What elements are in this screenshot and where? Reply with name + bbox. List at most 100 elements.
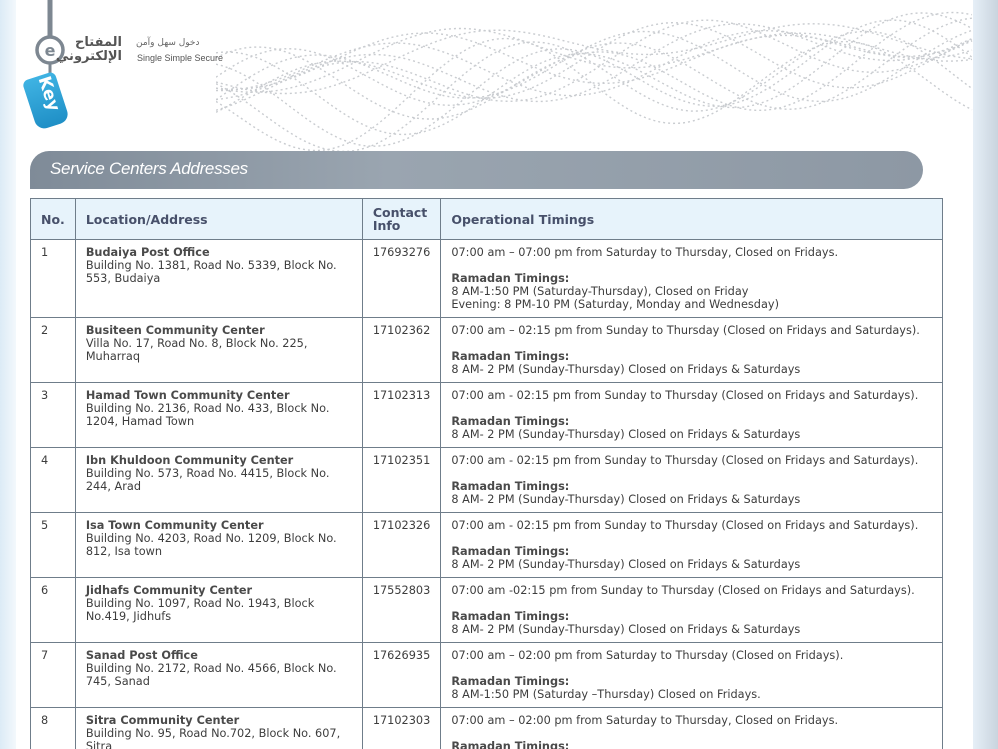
cell-no: 3	[30, 382, 76, 448]
cell-contact: 17102303	[361, 707, 442, 749]
ramadan-label: Ramadan Timings:	[451, 415, 570, 428]
logo-arabic-name: المفتاح الإلكتروني	[55, 35, 122, 64]
center-address: Building No. 1097, Road No. 1943, Block …	[85, 597, 315, 623]
wave-line	[216, 29, 973, 103]
cell-contact: 17693276	[361, 239, 442, 318]
key-tag-icon: Key	[21, 71, 71, 131]
regular-timing: 07:00 am - 02:15 pm from Sunday to Thurs…	[451, 454, 919, 467]
logo-arabic-line2: الإلكتروني	[55, 49, 122, 64]
logo-english-tagline: Single Simple Secure	[137, 53, 224, 63]
cell-location: Hamad Town Community Center Building No. …	[74, 382, 363, 448]
cell-timings: 07:00 am - 02:15 pm from Sunday to Thurs…	[440, 382, 943, 448]
center-name: Budaiya Post Office	[85, 246, 210, 259]
center-address: Building No. 4203, Road No. 1209, Block …	[85, 532, 337, 558]
ramadan-evening-line: Evening: 8 PM-10 PM (Saturday, Monday an…	[451, 298, 779, 311]
ekey-logo: e Key المفتاح الإلكتروني دخول سهل وآمن S…	[16, 0, 236, 131]
wave-line	[216, 21, 973, 113]
cell-contact: 17102351	[361, 447, 442, 513]
cell-timings: 07:00 am – 02:00 pm from Saturday to Thu…	[440, 707, 943, 749]
wave-line	[216, 30, 973, 153]
cell-no: 1	[30, 239, 76, 318]
decorative-wave-pattern	[216, 11, 973, 153]
table-row: 1 Budaiya Post Office Building No. 1381, R…	[30, 239, 943, 318]
ekey-e-letter: e	[45, 41, 56, 60]
regular-timing: 07:00 am - 02:15 pm from Sunday to Thurs…	[451, 519, 919, 532]
ramadan-label: Ramadan Timings:	[451, 545, 570, 558]
center-name: Ibn Khuldoon Community Center	[85, 454, 294, 467]
cell-location: Sitra Community Center Building No. 95, R…	[74, 707, 363, 749]
logo-arabic-tagline: دخول سهل وآمن	[136, 38, 200, 48]
wave-line	[216, 11, 973, 120]
wave-line	[216, 23, 973, 103]
service-centers-table: No. Location/Address Contact Info Operat…	[30, 198, 943, 749]
regular-timing: 07:00 am – 02:15 pm from Sunday to Thurs…	[451, 324, 920, 337]
table-row: 8 Sitra Community Center Building No. 95, …	[30, 707, 943, 749]
center-address: Villa No. 17, Road No. 8, Block No. 225,…	[85, 337, 308, 363]
ramadan-timing: 8 AM- 2 PM (Sunday-Thursday) Closed on F…	[451, 558, 801, 571]
cell-location: Ibn Khuldoon Community Center Building No…	[74, 447, 363, 513]
ramadan-label: Ramadan Timings:	[451, 610, 570, 623]
cell-no: 5	[30, 512, 76, 578]
center-address: Building No. 95, Road No.702, Block No. …	[85, 727, 341, 749]
cell-timings: 07:00 am – 02:00 pm from Saturday to Thu…	[440, 642, 943, 708]
table-row: 4 Ibn Khuldoon Community Center Building N…	[30, 447, 943, 513]
center-name: Busiteen Community Center	[85, 324, 265, 337]
cell-contact: 17102362	[361, 317, 442, 383]
regular-timing: 07:00 am - 02:15 pm from Sunday to Thurs…	[451, 389, 919, 402]
cell-timings: 07:00 am – 02:15 pm from Sunday to Thurs…	[440, 317, 943, 383]
ramadan-label: Ramadan Timings:	[451, 350, 570, 363]
ramadan-timing: 8 AM- 2 PM (Sunday-Thursday) Closed on F…	[451, 493, 801, 506]
center-name: Isa Town Community Center	[85, 519, 264, 532]
ramadan-timing: 8 AM-1:50 PM (Saturday-Thursday), Closed…	[451, 285, 749, 298]
ramadan-label: Ramadan Timings:	[451, 480, 570, 493]
ramadan-label: Ramadan Timings:	[451, 675, 570, 688]
logo-arabic-line1: المفتاح	[75, 35, 122, 50]
header-no: No.	[30, 198, 76, 240]
center-address: Building No. 2136, Road No. 433, Block N…	[85, 402, 330, 428]
cell-location: Busiteen Community Center Villa No. 17, R…	[74, 317, 363, 383]
cell-timings: 07:00 am - 02:15 pm from Sunday to Thurs…	[440, 512, 943, 578]
section-banner: Service Centers Addresses	[30, 151, 923, 189]
section-title: Service Centers Addresses	[50, 159, 248, 178]
center-name: Hamad Town Community Center	[85, 389, 290, 402]
center-address: Building No. 1381, Road No. 5339, Block …	[85, 259, 337, 285]
table-row: 5 Isa Town Community Center Building No. 4…	[30, 512, 943, 578]
document-page: e Key المفتاح الإلكتروني دخول سهل وآمن S…	[16, 0, 973, 749]
regular-timing: 07:00 am – 02:00 pm from Saturday to Thu…	[451, 714, 839, 727]
ramadan-label: Ramadan Timings:	[451, 740, 570, 749]
cell-location: Jidhafs Community Center Building No. 109…	[74, 577, 363, 643]
header-contact: Contact Info	[361, 198, 442, 240]
center-name: Jidhafs Community Center	[85, 584, 253, 597]
ramadan-label: Ramadan Timings:	[451, 272, 570, 285]
center-name: Sitra Community Center	[85, 714, 240, 727]
cell-timings: 07:00 am – 07:00 pm from Saturday to Thu…	[440, 239, 943, 318]
regular-timing: 07:00 am -02:15 pm from Sunday to Thursd…	[451, 584, 915, 597]
cell-no: 4	[30, 447, 76, 513]
ramadan-timing: 8 AM-1:50 PM (Saturday –Thursday) Closed…	[451, 688, 761, 701]
right-scrollbar-gutter[interactable]	[973, 0, 998, 749]
cell-no: 8	[30, 707, 76, 749]
left-page-edge	[0, 0, 16, 749]
cell-timings: 07:00 am -02:15 pm from Sunday to Thursd…	[440, 577, 943, 643]
wave-line	[216, 19, 973, 111]
regular-timing: 07:00 am – 02:00 pm from Saturday to Thu…	[451, 649, 844, 662]
table-row: 7 Sanad Post Office Building No. 2172, Roa…	[30, 642, 943, 708]
cell-contact: 17102326	[361, 512, 442, 578]
header-timings: Operational Timings	[440, 198, 943, 240]
cell-no: 2	[30, 317, 76, 383]
cell-no: 7	[30, 642, 76, 708]
cell-contact: 17102313	[361, 382, 442, 448]
cell-location: Budaiya Post Office Building No. 1381, Ro…	[74, 239, 363, 318]
table-row: 3 Hamad Town Community Center Building No.…	[30, 382, 943, 448]
header-location: Location/Address	[74, 198, 363, 240]
cell-timings: 07:00 am - 02:15 pm from Sunday to Thurs…	[440, 447, 943, 513]
center-name: Sanad Post Office	[85, 649, 198, 662]
ramadan-timing: 8 AM- 2 PM (Sunday-Thursday) Closed on F…	[451, 428, 801, 441]
ramadan-timing: 8 AM- 2 PM (Sunday-Thursday) Closed on F…	[451, 363, 801, 376]
ramadan-timing: 8 AM- 2 PM (Sunday-Thursday) Closed on F…	[451, 623, 801, 636]
regular-timing: 07:00 am – 07:00 pm from Saturday to Thu…	[451, 246, 839, 259]
cell-no: 6	[30, 577, 76, 643]
cell-contact: 17552803	[361, 577, 442, 643]
ekey-e-icon: e	[35, 0, 65, 78]
cell-location: Sanad Post Office Building No. 2172, Road…	[74, 642, 363, 708]
